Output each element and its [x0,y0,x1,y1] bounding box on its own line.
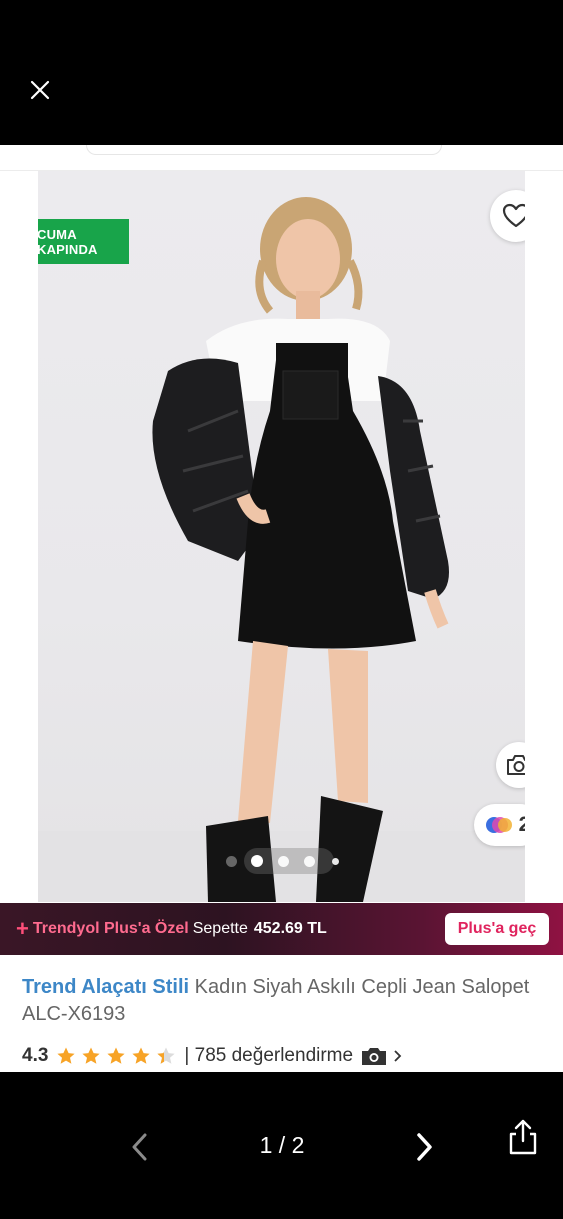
star-half-icon [157,1047,176,1064]
plus-text: Sepette [192,920,248,937]
delivery-badge: CUMA KAPINDA [38,219,129,264]
color-variants-button[interactable]: 2 [474,804,525,846]
star-icon [132,1047,151,1064]
product-title: Trend Alaçatı Stili Kadın Siyah Askılı C… [22,974,542,1028]
product-image[interactable]: CUMA KAPINDA 2 [38,171,525,902]
delivery-text: CUMA KAPINDA [38,227,98,257]
camera-icon [507,755,525,775]
previous-page-button[interactable] [124,1127,156,1167]
heart-icon [502,203,525,228]
photo-reviews-icon [362,1048,387,1065]
reviews-link[interactable]: | 785 değerlendirme [184,1045,353,1067]
plus-label: Trendyol Plus'a Özel [32,920,189,937]
viewer-bottom-bar: 1 / 2 [0,1072,563,1219]
rating-value: 4.3 [22,1045,49,1066]
plus-icon: + [16,916,29,941]
product-sheet: CUMA KAPINDA 2 + Trendyol Plus'a Özel Se… [0,145,563,1072]
chevron-left-icon [132,1133,147,1161]
product-photo-illustration [38,197,525,902]
page-counter: 1 / 2 [259,1132,305,1158]
image-dot[interactable] [296,848,322,874]
share-icon [509,1119,537,1155]
sheet-handle [86,145,442,155]
color-variants-icon [485,817,512,833]
rating-stars [56,1046,176,1066]
plus-price: 452.69 TL [253,920,327,937]
chevron-right-icon [417,1133,432,1161]
image-dot-active[interactable] [244,848,270,874]
image-dot[interactable] [270,848,296,874]
close-icon[interactable] [22,72,58,108]
brand-link[interactable]: Trend Alaçatı Stili [22,976,189,998]
variant-count: 2 [518,813,525,836]
plus-promo-banner: + Trendyol Plus'a Özel Sepette 452.69 TL… [0,903,563,955]
delivery-line-2: KAPINDA [38,241,98,257]
rating-row[interactable]: 4.3 | 785 değerlendirme [22,1045,403,1067]
viewer-top-bar [0,0,563,145]
plus-join-button[interactable]: Plus'a geç [445,913,549,945]
star-icon [57,1047,76,1064]
image-dot[interactable] [218,848,244,874]
next-page-button[interactable] [408,1127,440,1167]
delivery-line-1: CUMA [38,226,77,242]
chevron-right-small-icon [394,1050,402,1062]
share-button[interactable] [505,1117,541,1157]
image-dot[interactable] [322,848,348,874]
image-pagination-dots [218,848,348,874]
star-icon [82,1047,101,1064]
star-icon [107,1047,126,1064]
